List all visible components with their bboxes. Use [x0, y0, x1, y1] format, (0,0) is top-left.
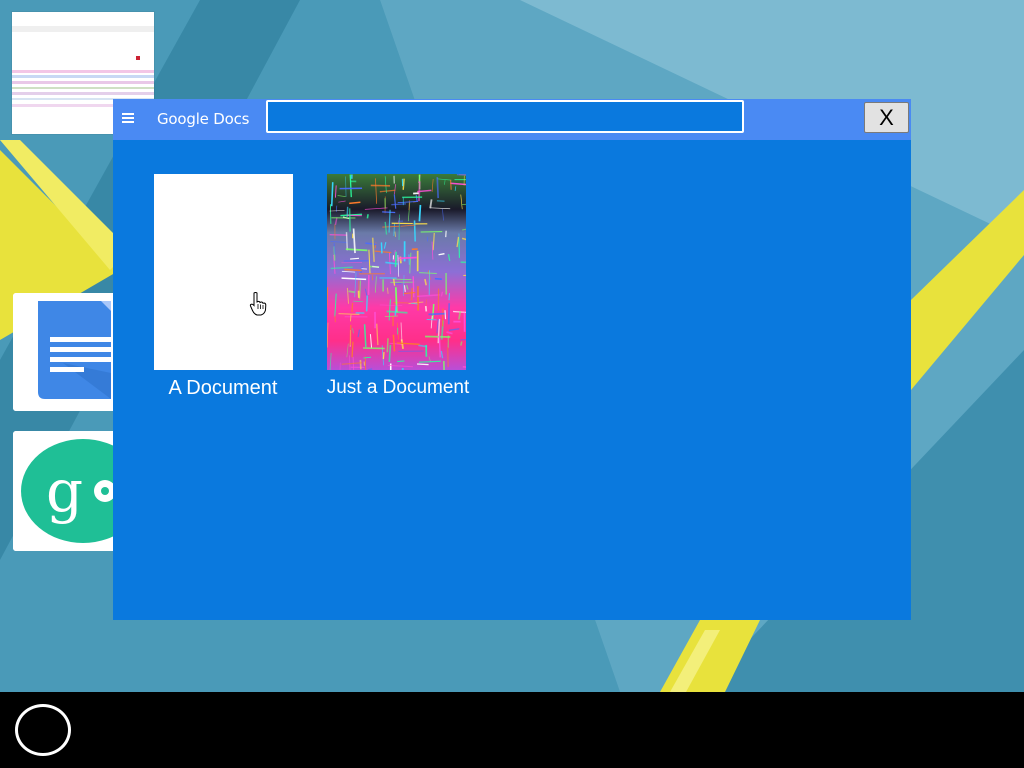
- document-thumbnail[interactable]: [327, 174, 466, 370]
- google-docs-shortcut[interactable]: [13, 293, 113, 411]
- document-item[interactable]: Just a Document: [313, 174, 483, 399]
- document-title: A Document: [168, 377, 278, 399]
- hamburger-menu-icon[interactable]: [121, 111, 135, 127]
- colorful-noise-image: [327, 174, 466, 370]
- app-title: Google Docs: [157, 110, 250, 128]
- circle-launcher-icon[interactable]: [15, 704, 71, 756]
- document-item[interactable]: A Document: [143, 174, 303, 400]
- google-settings-icon: g: [13, 431, 113, 551]
- document-title: Just a Document: [326, 377, 470, 398]
- google-docs-icon: [13, 293, 113, 411]
- document-thumbnail[interactable]: [154, 174, 293, 370]
- google-settings-shortcut[interactable]: g: [13, 431, 113, 551]
- svg-text:g: g: [46, 457, 83, 525]
- taskbar: [0, 692, 1024, 768]
- close-button[interactable]: X: [864, 102, 909, 133]
- window-titlebar: Google Docs X: [113, 99, 911, 140]
- search-input[interactable]: [266, 100, 744, 133]
- google-docs-window: Google Docs X A Document Just a Document: [113, 99, 911, 620]
